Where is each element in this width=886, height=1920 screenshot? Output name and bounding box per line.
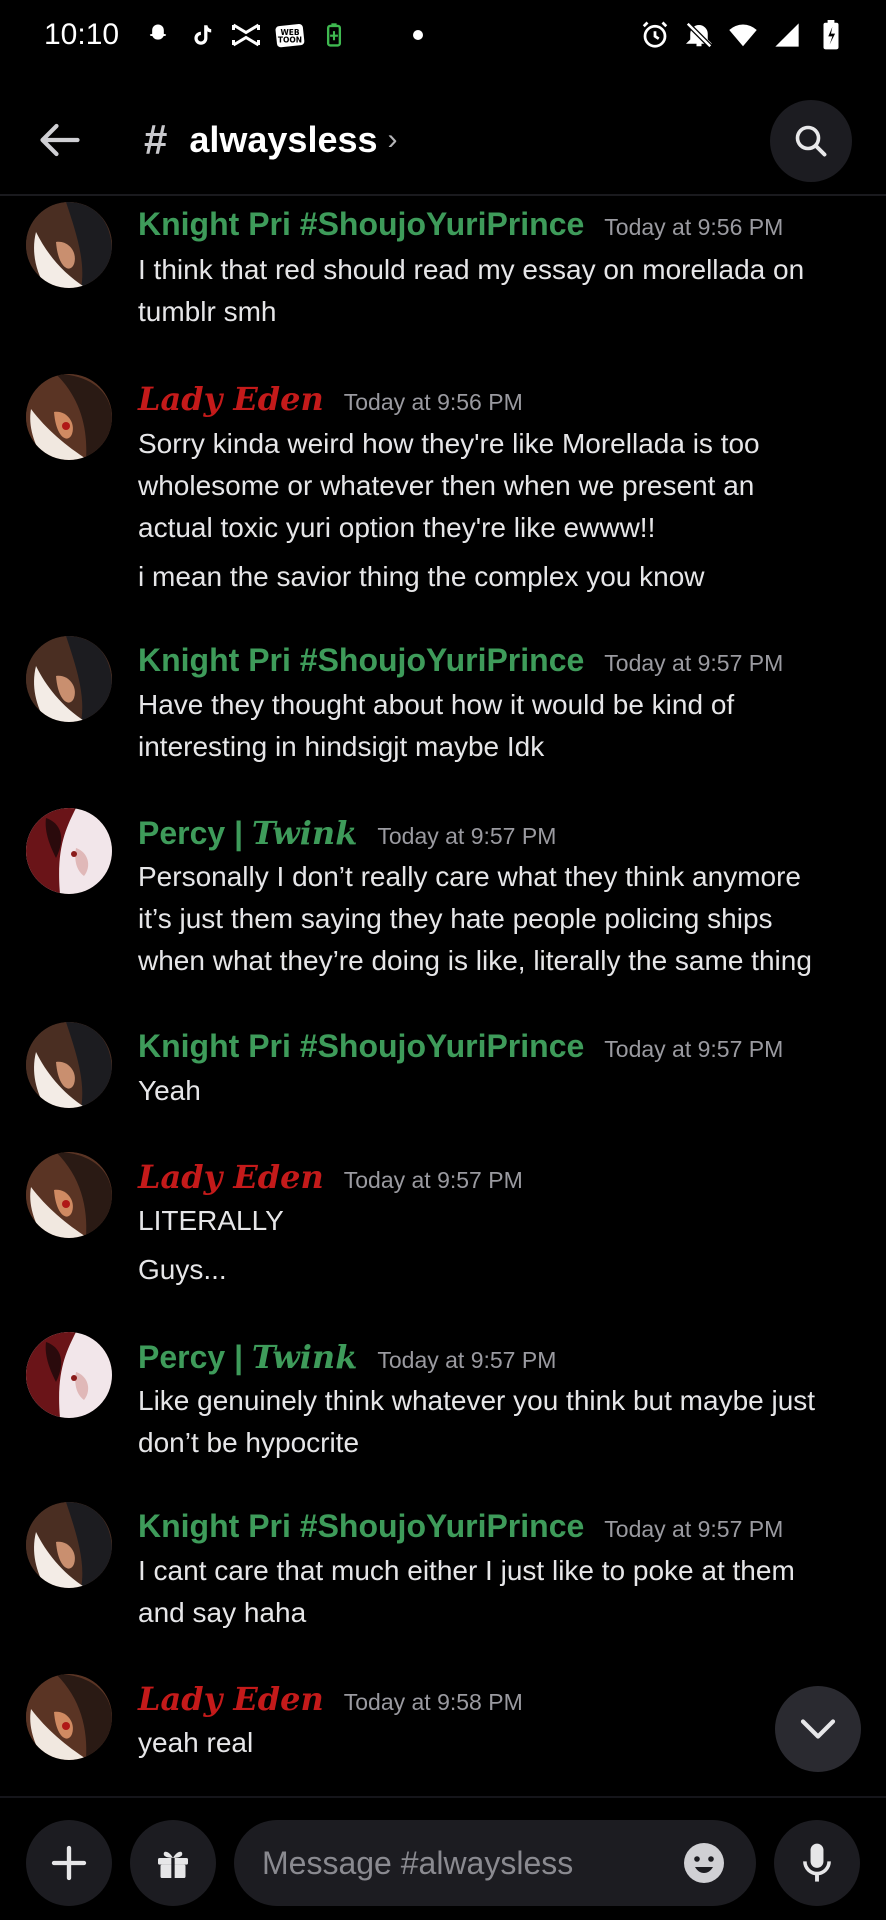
avatar[interactable] bbox=[26, 1332, 112, 1418]
jump-to-present-circle[interactable] bbox=[775, 1686, 861, 1772]
message-timestamp: Today at 9:56 PM bbox=[343, 389, 523, 415]
message-text: LITERALLY bbox=[138, 1205, 284, 1236]
message-text: I think that red should read my essay on… bbox=[138, 254, 805, 285]
alarm-icon bbox=[640, 20, 670, 50]
message-author[interactable]: Knight Pri #ShoujoYuriPrince bbox=[138, 206, 584, 243]
voice-message-button[interactable] bbox=[774, 1820, 860, 1906]
message-timestamp: Today at 9:56 PM bbox=[604, 214, 784, 240]
message-text: Have they thought about how it would be … bbox=[138, 689, 735, 720]
message-text: Personally I don’t really care what they… bbox=[138, 861, 801, 892]
avatar[interactable] bbox=[26, 374, 112, 460]
message-timestamp: Today at 9:58 PM bbox=[343, 1689, 523, 1715]
capcut-icon bbox=[231, 20, 261, 50]
channel-header: # alwaysless › bbox=[0, 86, 886, 196]
mute-icon bbox=[684, 20, 714, 50]
snapchat-icon bbox=[143, 20, 173, 50]
avatar[interactable] bbox=[26, 1152, 112, 1238]
message-author[interactable]: Knight Pri #ShoujoYuriPrince bbox=[138, 1508, 584, 1545]
avatar[interactable] bbox=[26, 1502, 112, 1588]
back-button[interactable] bbox=[28, 108, 92, 172]
message-text: interesting in hindsigjt maybe Idk bbox=[138, 731, 545, 762]
message-timestamp: Today at 9:57 PM bbox=[377, 1347, 557, 1373]
wifi-icon bbox=[728, 20, 758, 50]
message-text: don’t be hypocrite bbox=[138, 1427, 360, 1458]
message-input-placeholder: Message #alwaysless bbox=[262, 1844, 574, 1881]
avatar[interactable] bbox=[26, 1674, 112, 1760]
message-text: it’s just them saying they hate people p… bbox=[138, 903, 773, 934]
message-text: tumblr smh bbox=[138, 296, 277, 327]
message-text: I cant care that much either I just like… bbox=[138, 1555, 795, 1586]
channel-title[interactable]: alwaysless bbox=[189, 119, 377, 161]
message-timestamp: Today at 9:57 PM bbox=[604, 1516, 784, 1542]
message-text: when what they’re doing is like, literal… bbox=[138, 945, 812, 976]
message-text: i mean the savior thing the complex you … bbox=[138, 561, 705, 592]
message-text: yeah real bbox=[138, 1727, 254, 1758]
message-text: and say haha bbox=[138, 1597, 307, 1628]
avatar[interactable] bbox=[26, 1022, 112, 1108]
avatar[interactable] bbox=[26, 636, 112, 722]
emoji-icon[interactable] bbox=[680, 1839, 728, 1887]
message-author-part: Percy | bbox=[138, 815, 252, 851]
message-list[interactable]: Knight Pri #ShoujoYuriPrince Today at 9:… bbox=[0, 198, 886, 1788]
add-attachment-button[interactable] bbox=[26, 1820, 112, 1906]
message-text: actual toxic yuri option they're like ew… bbox=[138, 512, 656, 543]
status-time: 10:10 bbox=[44, 18, 120, 51]
message-timestamp: Today at 9:57 PM bbox=[604, 1036, 784, 1062]
message-text: Yeah bbox=[138, 1075, 201, 1106]
back-arrow-icon bbox=[40, 123, 80, 157]
message-author-part: Twink bbox=[251, 814, 358, 852]
avatar[interactable] bbox=[26, 808, 112, 894]
tiktok-icon bbox=[187, 20, 217, 50]
message-composer: Message #alwaysless bbox=[0, 1796, 886, 1920]
svg-text:TOON: TOON bbox=[278, 36, 302, 45]
status-bar: 10:10 WEB TOON bbox=[0, 0, 886, 70]
gift-icon bbox=[158, 1851, 188, 1878]
message-author[interactable]: Lady Eden bbox=[138, 1680, 324, 1718]
cellular-signal-icon bbox=[772, 20, 802, 50]
webtoon-icon: WEB TOON bbox=[275, 20, 305, 50]
message-text: Like genuinely think whatever you think … bbox=[138, 1385, 816, 1416]
message-author[interactable]: Lady Eden bbox=[138, 380, 324, 418]
message-author[interactable]: Lady Eden bbox=[138, 1158, 324, 1196]
message-author[interactable]: Percy | Twink bbox=[138, 814, 357, 852]
message-author[interactable]: Knight Pri #ShoujoYuriPrince bbox=[138, 1028, 584, 1065]
message-text: Guys... bbox=[138, 1254, 227, 1285]
message-input[interactable]: Message #alwaysless bbox=[234, 1820, 756, 1906]
search-button[interactable] bbox=[770, 100, 852, 182]
battery-icon bbox=[816, 20, 846, 50]
message-author[interactable]: Knight Pri #ShoujoYuriPrince bbox=[138, 642, 584, 679]
message-timestamp: Today at 9:57 PM bbox=[343, 1167, 523, 1193]
gift-button[interactable] bbox=[130, 1820, 216, 1906]
message-author[interactable]: Percy | Twink bbox=[138, 1338, 357, 1376]
message-author-part: Percy | bbox=[138, 1339, 252, 1375]
notification-dot-icon bbox=[413, 30, 424, 40]
microphone-icon bbox=[803, 1843, 831, 1882]
chevron-down-icon bbox=[800, 1719, 836, 1739]
chevron-right-icon[interactable]: › bbox=[388, 123, 398, 157]
channel-hash-icon: # bbox=[144, 116, 168, 163]
jump-to-present-button[interactable] bbox=[775, 1686, 886, 1772]
search-icon bbox=[795, 125, 827, 157]
message-timestamp: Today at 9:57 PM bbox=[377, 823, 557, 849]
message-author-part: Twink bbox=[251, 1338, 358, 1376]
message-text: Sorry kinda weird how they're like Morel… bbox=[138, 428, 760, 459]
message-timestamp: Today at 9:57 PM bbox=[604, 650, 784, 676]
plus-icon bbox=[51, 1845, 87, 1881]
battery-saver-icon bbox=[319, 20, 349, 50]
message-text: wholesome or whatever then when we prese… bbox=[138, 470, 755, 501]
avatar[interactable] bbox=[26, 202, 112, 288]
